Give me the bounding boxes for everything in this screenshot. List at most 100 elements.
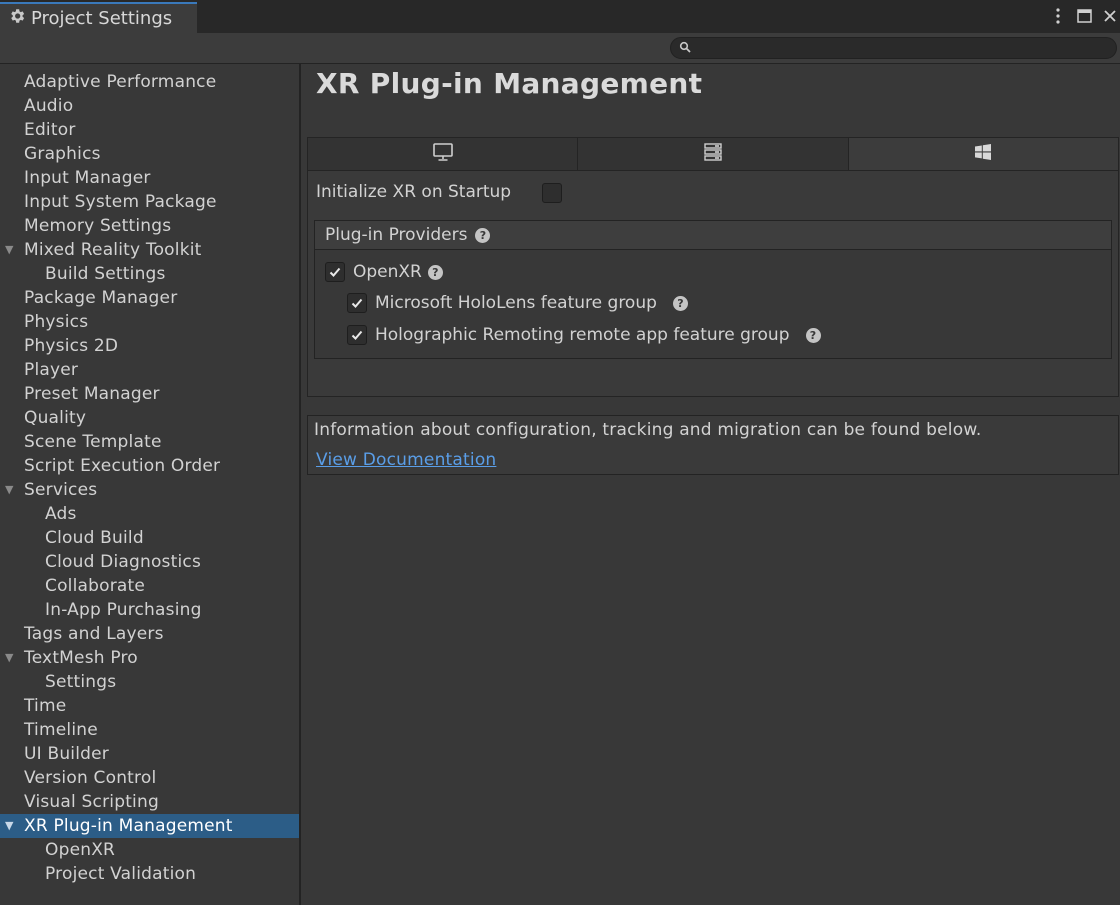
provider-holographic-remoting-row: Holographic Remoting remote app feature …: [347, 325, 821, 345]
expand-triangle-icon[interactable]: ▼: [5, 646, 14, 670]
sidebar-item-label: Graphics: [24, 144, 101, 164]
sidebar-item-label: Services: [24, 480, 98, 500]
sidebar-item-label: UI Builder: [24, 744, 109, 764]
sidebar-item-label: Version Control: [24, 768, 157, 788]
sidebar-item-adaptive-performance[interactable]: Adaptive Performance: [0, 70, 299, 94]
sidebar-item-time[interactable]: Time: [0, 694, 299, 718]
init-xr-on-startup-checkbox[interactable]: [542, 183, 562, 203]
provider-hololens-checkbox[interactable]: [347, 293, 367, 313]
sidebar-item-collaborate[interactable]: Collaborate: [0, 574, 299, 598]
sidebar-item-build-settings[interactable]: Build Settings: [0, 262, 299, 286]
sidebar-item-xr-plug-in-management[interactable]: ▼ XR Plug-in Management: [0, 814, 299, 838]
sidebar-item-quality[interactable]: Quality: [0, 406, 299, 430]
project-settings-tab[interactable]: Project Settings: [0, 2, 197, 33]
sidebar-item-graphics[interactable]: Graphics: [0, 142, 299, 166]
window-titlebar: Project Settings: [0, 0, 1120, 33]
sidebar-item-package-manager[interactable]: Package Manager: [0, 286, 299, 310]
sidebar-item-openxr[interactable]: OpenXR: [0, 838, 299, 862]
sidebar-item-label: Scene Template: [24, 432, 162, 452]
kebab-menu-icon[interactable]: [1050, 6, 1066, 26]
sidebar-item-textmesh-pro[interactable]: ▼ TextMesh Pro: [0, 646, 299, 670]
sidebar-item-player[interactable]: Player: [0, 358, 299, 382]
sidebar-item-services[interactable]: ▼ Services: [0, 478, 299, 502]
sidebar-item-project-validation[interactable]: Project Validation: [0, 862, 299, 886]
sidebar-item-memory-settings[interactable]: Memory Settings: [0, 214, 299, 238]
sidebar-item-script-execution-order[interactable]: Script Execution Order: [0, 454, 299, 478]
settings-panel: Initialize XR on Startup Plug-in Provide…: [307, 137, 1119, 397]
sidebar-item-label: Adaptive Performance: [24, 72, 217, 92]
expand-triangle-icon[interactable]: ▼: [5, 478, 14, 502]
sidebar-item-label: OpenXR: [45, 840, 116, 860]
sidebar-item-input-manager[interactable]: Input Manager: [0, 166, 299, 190]
help-icon[interactable]: ?: [427, 264, 443, 280]
sidebar-item-input-system-package[interactable]: Input System Package: [0, 190, 299, 214]
help-icon[interactable]: ?: [805, 327, 821, 343]
tab-windows[interactable]: [848, 138, 1118, 170]
sidebar-item-cloud-diagnostics[interactable]: Cloud Diagnostics: [0, 550, 299, 574]
server-icon: [702, 142, 724, 167]
init-xr-on-startup-label: Initialize XR on Startup: [316, 182, 512, 202]
provider-openxr-label: OpenXR: [353, 262, 422, 282]
plugin-providers-label: Plug-in Providers: [325, 225, 468, 245]
plugin-providers-header: Plug-in Providers ?: [315, 221, 1111, 250]
sidebar-item-label: Input Manager: [24, 168, 151, 188]
checkmark-icon: [351, 330, 363, 340]
sidebar-item-cloud-build[interactable]: Cloud Build: [0, 526, 299, 550]
sidebar-item-label: Build Settings: [45, 264, 166, 284]
checkmark-icon: [329, 267, 341, 277]
sidebar-item-physics[interactable]: Physics: [0, 310, 299, 334]
sidebar-item-label: TextMesh Pro: [24, 648, 138, 668]
info-box: Information about configuration, trackin…: [307, 415, 1119, 475]
expand-triangle-icon[interactable]: ▼: [5, 238, 14, 262]
desktop-monitor-icon: [432, 142, 454, 167]
platform-tabs: [308, 138, 1118, 171]
sidebar-item-physics-2d[interactable]: Physics 2D: [0, 334, 299, 358]
sidebar-item-mixed-reality-toolkit[interactable]: ▼ Mixed Reality Toolkit: [0, 238, 299, 262]
sidebar-item-settings[interactable]: Settings: [0, 670, 299, 694]
maximize-icon[interactable]: [1076, 6, 1092, 26]
sidebar-item-timeline[interactable]: Timeline: [0, 718, 299, 742]
help-icon[interactable]: ?: [672, 295, 688, 311]
close-icon[interactable]: [1102, 6, 1118, 26]
sidebar-item-editor[interactable]: Editor: [0, 118, 299, 142]
sidebar-item-label: Physics 2D: [24, 336, 119, 356]
sidebar-item-in-app-purchasing[interactable]: In-App Purchasing: [0, 598, 299, 622]
init-xr-on-startup-row: Initialize XR on Startup: [316, 182, 562, 203]
provider-holographic-remoting-label: Holographic Remoting remote app feature …: [375, 325, 790, 345]
sidebar-item-label: Quality: [24, 408, 87, 428]
sidebar-item-ui-builder[interactable]: UI Builder: [0, 742, 299, 766]
settings-nav-list: Adaptive Performance Audio Editor Graphics I…: [0, 70, 299, 886]
sidebar-item-label: Audio: [24, 96, 74, 116]
sidebar-item-version-control[interactable]: Version Control: [0, 766, 299, 790]
sidebar-item-scene-template[interactable]: Scene Template: [0, 430, 299, 454]
main-content: XR Plug-in Management Initialize XR on S…: [301, 64, 1120, 905]
sidebar-item-label: Editor: [24, 120, 76, 140]
sidebar-item-visual-scripting[interactable]: Visual Scripting: [0, 790, 299, 814]
page-title: XR Plug-in Management: [316, 67, 703, 100]
sidebar-item-ads[interactable]: Ads: [0, 502, 299, 526]
sidebar-item-preset-manager[interactable]: Preset Manager: [0, 382, 299, 406]
provider-hololens-label: Microsoft HoloLens feature group: [375, 293, 657, 313]
sidebar-item-label: Project Validation: [45, 864, 197, 884]
view-documentation-link[interactable]: View Documentation: [316, 450, 496, 470]
provider-openxr-checkbox[interactable]: [325, 262, 345, 282]
sidebar-item-label: Physics: [24, 312, 89, 332]
tab-server[interactable]: [578, 138, 849, 170]
provider-holographic-remoting-checkbox[interactable]: [347, 325, 367, 345]
settings-sidebar: Adaptive Performance Audio Editor Graphics I…: [0, 64, 301, 905]
sidebar-item-tags-and-layers[interactable]: Tags and Layers: [0, 622, 299, 646]
search-input[interactable]: [695, 39, 1099, 57]
search-field[interactable]: [670, 37, 1117, 59]
sidebar-item-label: Package Manager: [24, 288, 178, 308]
sidebar-item-label: Player: [24, 360, 79, 380]
checkmark-icon: [351, 298, 363, 308]
tab-desktop[interactable]: [308, 138, 579, 170]
expand-triangle-icon[interactable]: ▼: [5, 814, 14, 838]
gear-icon: [8, 7, 26, 30]
sidebar-item-label: Collaborate: [45, 576, 146, 596]
window-tab-title: Project Settings: [31, 8, 173, 29]
provider-hololens-row: Microsoft HoloLens feature group ?: [347, 293, 688, 313]
sidebar-item-audio[interactable]: Audio: [0, 94, 299, 118]
sidebar-item-label: Mixed Reality Toolkit: [24, 240, 202, 260]
help-icon[interactable]: ?: [475, 227, 491, 243]
